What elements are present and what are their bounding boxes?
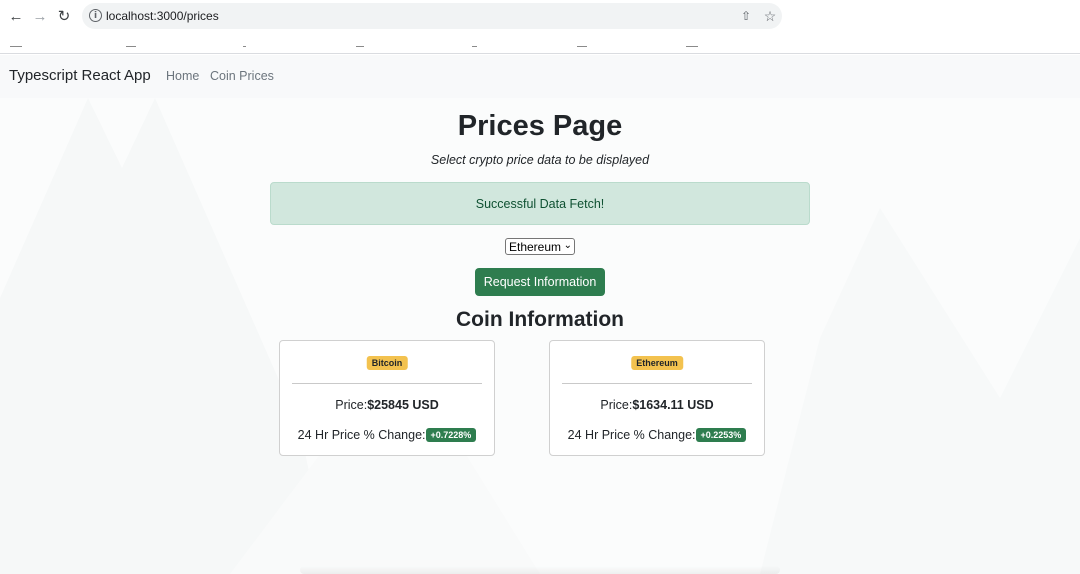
bottom-shadow: [300, 566, 780, 574]
app-navbar: Typescript React App Home Coin Prices: [0, 55, 1080, 98]
forward-arrow-icon[interactable]: →: [30, 6, 50, 26]
bookmark-item[interactable]: [356, 46, 364, 47]
browser-toolbar: ← → ↻ i localhost:3000/prices ⇧ ☆: [0, 0, 1080, 32]
bookmark-item[interactable]: [126, 46, 136, 47]
navbar-brand[interactable]: Typescript React App: [9, 67, 151, 84]
coin-name-badge: Ethereum: [631, 356, 683, 370]
address-bar[interactable]: i localhost:3000/prices ⇧ ☆: [82, 3, 782, 29]
request-information-button[interactable]: Request Information: [475, 268, 605, 296]
change-line: 24 Hr Price % Change: +0.7228%: [280, 428, 494, 442]
url-text[interactable]: localhost:3000/prices: [106, 9, 219, 23]
change-badge: +0.2253%: [695, 428, 747, 442]
bookmark-star-icon[interactable]: ☆: [762, 8, 778, 24]
success-alert: Successful Data Fetch!: [270, 182, 810, 225]
coin-name-badge: Bitcoin: [366, 356, 408, 370]
bookmark-item[interactable]: [577, 46, 587, 47]
request-button-label: Request Information: [483, 275, 597, 289]
change-line: 24 Hr Price % Change: +0.2253%: [550, 428, 764, 442]
price-label: Price:: [335, 398, 368, 412]
card-divider: [562, 383, 752, 384]
nav-link-coin-prices[interactable]: Coin Prices: [210, 69, 274, 83]
chevron-down-icon: ⌄: [563, 240, 572, 251]
share-icon[interactable]: ⇧: [738, 8, 754, 24]
coin-card-bitcoin: Bitcoin Price:$25845 USD 24 Hr Price % C…: [279, 340, 495, 456]
price-value: $25845 USD: [367, 398, 439, 412]
bookmarks-bar: [0, 32, 1080, 54]
site-info-icon[interactable]: i: [89, 9, 102, 22]
coin-card-ethereum: Ethereum Price:$1634.11 USD 24 Hr Price …: [549, 340, 765, 456]
back-arrow-icon[interactable]: ←: [6, 6, 26, 26]
card-divider: [292, 383, 482, 384]
price-line: Price:$25845 USD: [280, 398, 494, 412]
price-label: Price:: [600, 398, 633, 412]
price-line: Price:$1634.11 USD: [550, 398, 764, 412]
change-badge: +0.7228%: [425, 428, 477, 442]
coin-information-title: Coin Information: [456, 308, 624, 331]
background-mountains: [0, 98, 1080, 574]
nav-link-home[interactable]: Home: [166, 69, 199, 83]
coin-select[interactable]: Ethereum ⌄: [505, 238, 575, 255]
change-label: 24 Hr Price % Change:: [567, 428, 696, 442]
coin-select-value: Ethereum: [509, 239, 562, 254]
bookmark-item[interactable]: [686, 46, 698, 47]
alert-text: Successful Data Fetch!: [475, 196, 605, 211]
reload-icon[interactable]: ↻: [54, 6, 74, 26]
price-value: $1634.11 USD: [632, 398, 714, 412]
page-subtitle: Select crypto price data to be displayed: [430, 153, 650, 167]
bookmark-item[interactable]: [243, 46, 246, 47]
change-label: 24 Hr Price % Change:: [297, 428, 426, 442]
bookmark-item[interactable]: [10, 46, 22, 47]
bookmark-item[interactable]: [472, 46, 477, 47]
page-title: Prices Page: [457, 110, 623, 142]
